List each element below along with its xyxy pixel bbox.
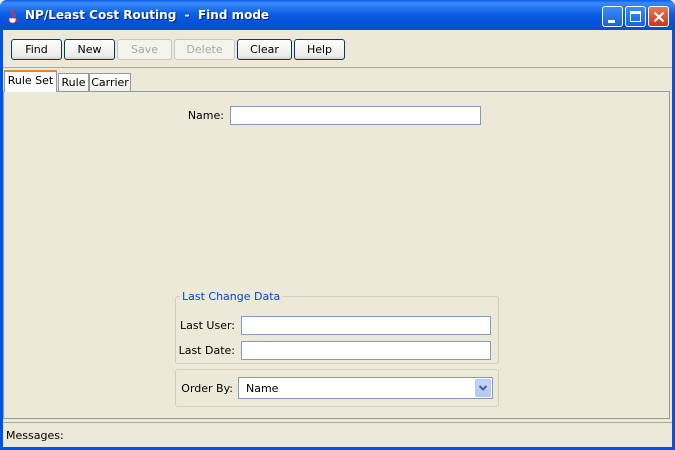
- last-date-field[interactable]: [241, 341, 491, 360]
- toolbar: Find New Save Delete Clear Help: [3, 30, 672, 68]
- order-by-selected: Name: [246, 382, 279, 395]
- last-user-field[interactable]: [241, 316, 491, 335]
- title-bar[interactable]: NP/Least Cost Routing - Find mode: [0, 0, 675, 30]
- close-icon: [653, 11, 665, 23]
- combo-dropdown-button[interactable]: [475, 379, 491, 397]
- order-by-label: Order By:: [181, 382, 233, 395]
- maximize-button[interactable]: [625, 6, 646, 27]
- clear-button[interactable]: Clear: [237, 39, 292, 60]
- name-field[interactable]: [230, 106, 481, 125]
- tab-rule[interactable]: Rule: [58, 73, 89, 92]
- minimize-icon: [608, 20, 615, 23]
- java-coffee-cup-icon: [8, 8, 19, 24]
- minimize-button[interactable]: [602, 6, 623, 27]
- rule-set-panel: Name: Last Change Data Last User: Last D…: [3, 91, 670, 419]
- last-change-data-group: Last Change Data Last User: Last Date:: [175, 290, 499, 364]
- last-change-data-legend: Last Change Data: [180, 290, 283, 303]
- status-bar: Messages:: [3, 422, 672, 447]
- order-by-combo[interactable]: Name: [238, 377, 493, 399]
- messages-label: Messages:: [6, 429, 64, 442]
- name-label: Name:: [187, 109, 224, 122]
- close-button[interactable]: [648, 6, 669, 27]
- save-button[interactable]: Save: [117, 39, 172, 60]
- window-client-area: Find New Save Delete Clear Help Rule Set…: [3, 30, 672, 447]
- find-button[interactable]: Find: [11, 39, 62, 60]
- delete-button[interactable]: Delete: [174, 39, 235, 60]
- order-by-group: Order By: Name: [175, 369, 499, 407]
- tab-strip: Rule Set Rule Carrier: [3, 70, 672, 92]
- new-button[interactable]: New: [64, 39, 115, 60]
- maximize-icon: [630, 11, 641, 22]
- app-window: NP/Least Cost Routing - Find mode Find N…: [0, 0, 675, 450]
- last-date-label: Last Date:: [178, 344, 235, 357]
- help-button[interactable]: Help: [294, 39, 345, 60]
- tab-rule-set[interactable]: Rule Set: [4, 70, 57, 92]
- window-title: NP/Least Cost Routing - Find mode: [25, 8, 270, 22]
- tab-carrier[interactable]: Carrier: [89, 73, 131, 92]
- chevron-down-icon: [478, 385, 488, 391]
- last-user-label: Last User:: [180, 319, 235, 332]
